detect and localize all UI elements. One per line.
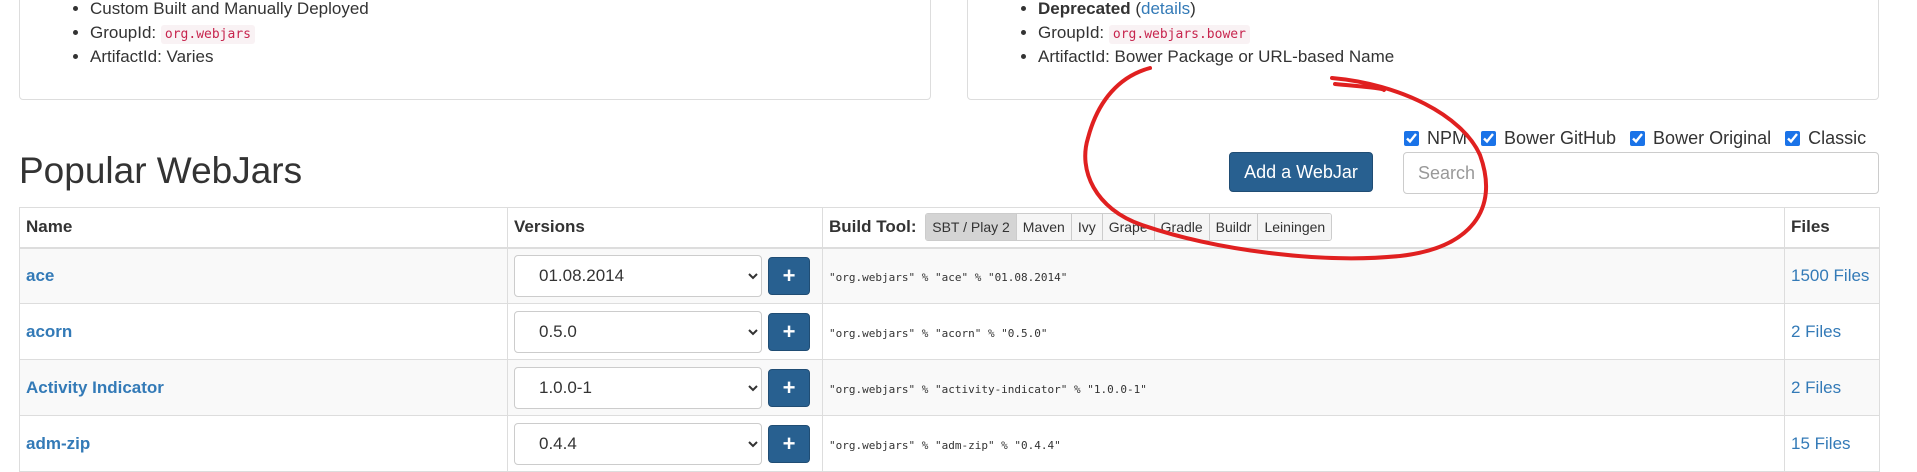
dependency-snippet: "org.webjars" % "acorn" % "0.5.0" [829,326,1048,340]
version-select[interactable]: 0.4.4 [514,422,762,465]
add-version-button[interactable]: + [768,424,810,463]
build-tool-buildr[interactable]: Buildr [1208,214,1258,241]
groupid-code: org.webjars.bower [1108,25,1250,44]
webjar-name-link[interactable]: adm-zip [26,434,90,453]
version-select[interactable]: 01.08.2014 [514,254,762,297]
table-header-row: Name Versions Build Tool: SBT / Play 2 Ma… [19,207,1880,249]
files-header: Files [1784,207,1880,249]
catalog-filters: NPM Bower GitHub Bower Original Classic [1404,126,1866,150]
bower-info-list: Deprecated (details) GroupId: org.webjar… [968,0,1878,69]
list-item: Deprecated (details) [1038,0,1878,21]
webjar-name-link[interactable]: ace [26,266,54,285]
custom-webjars-panel: Custom Built and Manually Deployed Group… [19,0,931,100]
filter-npm[interactable]: NPM [1404,128,1467,149]
webjar-name-link[interactable]: Activity Indicator [26,378,164,397]
details-link[interactable]: details [1141,0,1190,18]
page-title: Popular WebJars [19,150,303,191]
groupid-code: org.webjars [160,25,255,44]
name-header: Name [19,207,508,249]
list-item: Custom Built and Manually Deployed [90,0,930,21]
add-version-button[interactable]: + [768,312,810,351]
webjar-name-link[interactable]: acorn [26,322,72,341]
search-input[interactable] [1403,152,1879,194]
list-item: GroupId: org.webjars.bower [1038,21,1878,45]
classic-checkbox[interactable] [1785,130,1801,146]
bower-github-checkbox[interactable] [1481,130,1496,146]
filter-classic[interactable]: Classic [1785,128,1866,149]
add-webjar-button[interactable]: Add a WebJar [1229,152,1373,192]
files-link[interactable]: 1500 Files [1791,266,1869,285]
versions-header: Versions [507,207,823,249]
build-tool-ivy[interactable]: Ivy [1070,214,1102,241]
build-tool-selector: SBT / Play 2 Maven Ivy Grape Gradle Buildr Lei… [925,213,1333,242]
build-tool-grape[interactable]: Grape [1101,214,1154,241]
dependency-snippet: "org.webjars" % "activity-indicator" % "… [829,382,1147,396]
bower-original-checkbox[interactable] [1630,130,1646,146]
bower-webjars-panel: Deprecated (details) GroupId: org.webjar… [967,0,1879,100]
dependency-snippet: "org.webjars" % "ace" % "01.08.2014" [829,270,1068,284]
deprecated-label: Deprecated [1038,0,1131,18]
list-item: ArtifactId: Varies [90,45,930,69]
table-row: Activity Indicator 1.0.0-1 + "org.webjars… [19,359,1880,416]
add-version-button[interactable]: + [768,368,810,407]
dependency-snippet: "org.webjars" % "adm-zip" % "0.4.4" [829,438,1061,452]
filter-bower-original[interactable]: Bower Original [1630,128,1771,149]
build-tool-header: Build Tool: SBT / Play 2 Maven Ivy Grape Gra… [822,207,1785,249]
table-row: adm-zip 0.4.4 + "org.webjars" % "adm-zip"… [19,415,1880,472]
list-item: ArtifactId: Bower Package or URL-based N… [1038,45,1878,69]
filter-bower-github[interactable]: Bower GitHub [1481,128,1616,149]
table-row: acorn 0.5.0 + "org.webjars" % "acorn" % "… [19,303,1880,360]
webjars-table: Name Versions Build Tool: SBT / Play 2 Ma… [19,207,1880,472]
custom-info-list: Custom Built and Manually Deployed Group… [20,0,930,69]
list-item: GroupId: org.webjars [90,21,930,45]
version-select[interactable]: 0.5.0 [514,310,762,353]
version-select[interactable]: 1.0.0-1 [514,366,762,409]
npm-checkbox[interactable] [1404,130,1419,146]
build-tool-leiningen[interactable]: Leiningen [1257,214,1332,241]
files-link[interactable]: 15 Files [1791,434,1851,453]
files-link[interactable]: 2 Files [1791,378,1841,397]
add-version-button[interactable]: + [768,256,810,295]
table-row: ace 01.08.2014 + "org.webjars" % "ace" % … [19,247,1880,304]
build-tool-gradle[interactable]: Gradle [1153,214,1209,241]
files-link[interactable]: 2 Files [1791,322,1841,341]
build-tool-maven[interactable]: Maven [1015,214,1071,241]
build-tool-sbt[interactable]: SBT / Play 2 [926,214,1016,241]
build-tool-label: Build Tool: [829,216,917,236]
